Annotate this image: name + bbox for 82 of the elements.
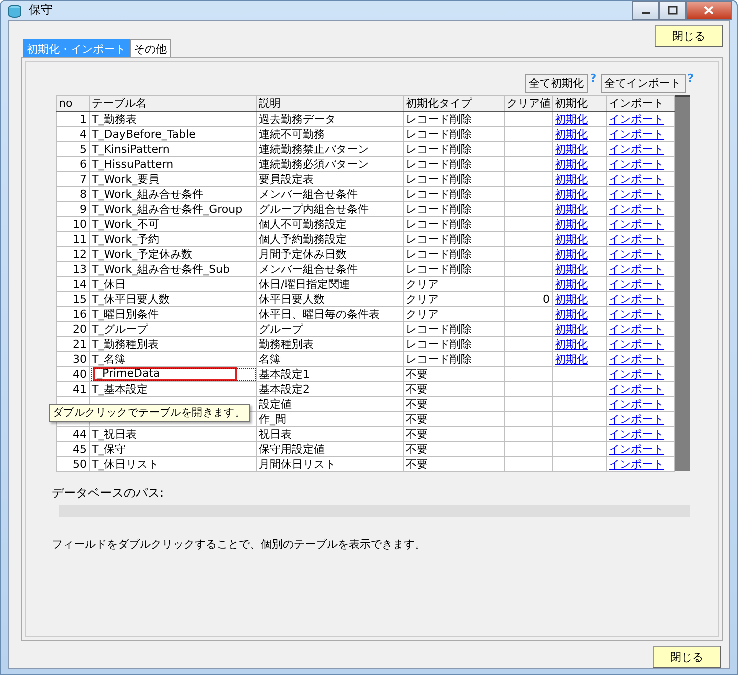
column-header: 初期化タイプ (404, 96, 504, 112)
hint-text: フィールドをダブルクリックすることで、個別のテーブルを表示できます。 (52, 537, 427, 552)
table-cell: 不要 (404, 382, 504, 396)
table-cell: レコード削除 (404, 336, 504, 352)
table-cell: メンバー組合せ条件 (256, 262, 404, 276)
table-cell: 不要 (404, 456, 504, 472)
table-cell: レコード削除 (404, 172, 504, 186)
table-cell: 14 (56, 276, 90, 292)
table-cell: 連続勤務必須パターン (256, 156, 404, 172)
table-cell: 連続不可勤務 (256, 126, 404, 142)
table-cell: レコード削除 (404, 246, 504, 262)
table-cell: レコード削除 (404, 216, 504, 232)
table-cell: レコード削除 (404, 112, 504, 126)
table-cell: 8 (56, 186, 90, 202)
table-cell: 50 (56, 456, 90, 472)
table-cell: 過去勤務データ (256, 112, 404, 126)
table-cell: 11 (56, 232, 90, 246)
table-cell: 祝日表 (256, 426, 404, 442)
table-cell: 名簿 (256, 352, 404, 366)
table-cell: 休平日、曜日毎の条件表 (256, 306, 404, 322)
table-cell: レコード削除 (404, 142, 504, 156)
table-cell: 保守用設定値 (256, 442, 404, 456)
table-cell: グループ (256, 322, 404, 336)
table-cell: 5 (56, 142, 90, 156)
table-cell: 基本設定1 (256, 366, 404, 382)
table-cell: 不要 (404, 442, 504, 456)
table-cell: 4 (56, 126, 90, 142)
column-header: no (56, 96, 90, 112)
field-label: データベースのパス: (52, 485, 166, 502)
table-cell: グループ内組合せ条件 (256, 202, 404, 216)
table-cell: 16 (56, 306, 90, 322)
table-cell: クリア (404, 292, 504, 306)
table-cell: メンバー組合せ条件 (256, 186, 404, 202)
table-cell: 勤務種別表 (256, 336, 404, 352)
table-cell: 9 (56, 202, 90, 216)
column-header: 初期化 (552, 96, 606, 112)
table-cell: 月間予定休み日数 (256, 246, 404, 262)
table-cell: 休平日要人数 (256, 292, 404, 306)
table-cell: レコード削除 (404, 126, 504, 142)
table-cell: 20 (56, 322, 90, 336)
table-cell: 13 (56, 262, 90, 276)
column-header: テーブル名 (90, 96, 256, 112)
table-cell: 不要 (404, 366, 504, 382)
table-cell: 7 (56, 172, 90, 186)
table-cell: 41 (56, 382, 90, 396)
table-cell: 不要 (404, 426, 504, 442)
column-header: 説明 (256, 96, 404, 112)
table-cell: 設定値 (256, 396, 404, 412)
table-cell: 0 (504, 292, 552, 306)
table-cell: レコード削除 (404, 186, 504, 202)
table-cell: 30 (56, 352, 90, 366)
window-title: 保守 (29, 2, 53, 19)
column-header: インポート (606, 96, 674, 112)
table-cell: 個人予約勤務設定 (256, 232, 404, 246)
table-cell: レコード削除 (404, 156, 504, 172)
table-cell: レコード削除 (404, 262, 504, 276)
table-cell: 45 (56, 442, 90, 456)
table-cell: 作_間 (256, 412, 404, 426)
table-cell: 44 (56, 426, 90, 442)
table-cell: 6 (56, 156, 90, 172)
table-cell: レコード削除 (404, 232, 504, 246)
table-cell: 10 (56, 216, 90, 232)
tooltip: ダブルクリックでテーブルを開きます。 (49, 404, 250, 422)
table-cell: 不要 (404, 396, 504, 412)
table-cell: 休日/曜日指定関連 (256, 276, 404, 292)
table-cell: レコード削除 (404, 322, 504, 336)
table-cell: レコード削除 (404, 202, 504, 216)
table-cell: 不要 (404, 412, 504, 426)
table-cell: 21 (56, 336, 90, 352)
table-cell: クリア (404, 306, 504, 322)
table-cell: クリア (404, 276, 504, 292)
column-header: クリア値 (504, 96, 552, 112)
table-cell: 基本設定2 (256, 382, 404, 396)
table-cell: 40 (56, 366, 90, 382)
table-cell: 月間休日リスト (256, 456, 404, 472)
table-cell: 要員設定表 (256, 172, 404, 186)
table-cell: 個人不可勤務設定 (256, 216, 404, 232)
table-cell: 15 (56, 292, 90, 306)
table-cell: レコード削除 (404, 352, 504, 366)
table-cell: 連続勤務禁止パターン (256, 142, 404, 156)
table-cell: 12 (56, 246, 90, 262)
table-cell: 1 (56, 112, 90, 126)
